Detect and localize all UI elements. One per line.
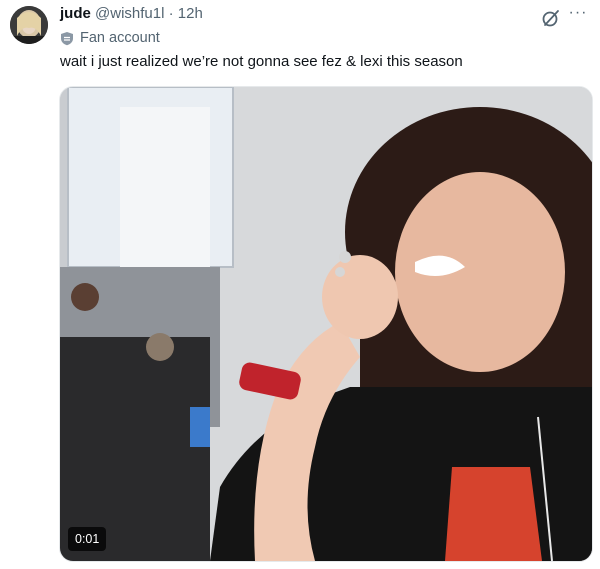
video-frame (60, 87, 592, 561)
display-name[interactable]: jude (60, 5, 91, 22)
grok-icon[interactable] (541, 8, 561, 28)
fan-account-shield-icon (61, 31, 73, 45)
video-timestamp: 0:01 (68, 527, 107, 551)
avatar[interactable] (10, 6, 48, 44)
tweet-post: jude @wishfu1l · 12h Fan account wait i … (0, 0, 600, 569)
video-player[interactable]: 0:01 (59, 86, 593, 562)
tweet-header: jude @wishfu1l · 12h (60, 4, 203, 24)
avatar-image (10, 6, 48, 44)
separator-dot: · (168, 5, 174, 22)
tweet-text: wait i just realized we’re not gonna see… (60, 53, 463, 70)
account-label-text: Fan account (80, 30, 160, 46)
user-handle[interactable]: @wishfu1l (95, 5, 164, 22)
more-options-icon[interactable]: ··· (566, 4, 590, 28)
post-time[interactable]: 12h (178, 5, 203, 22)
account-label[interactable]: Fan account (60, 28, 160, 48)
